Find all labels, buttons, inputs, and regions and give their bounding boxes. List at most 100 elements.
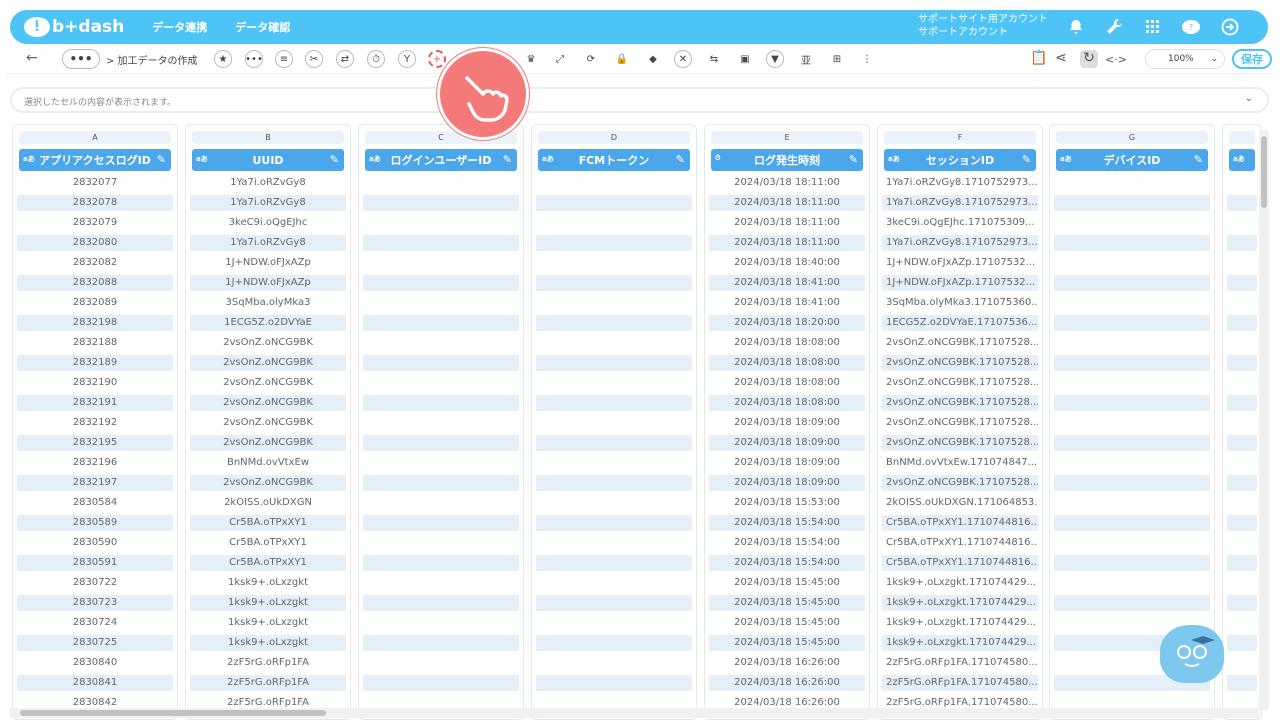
table-cell[interactable]: 2024/03/18 15:45:00: [709, 595, 865, 611]
column-letter[interactable]: G: [1056, 131, 1208, 144]
expand-icon[interactable]: ⤢: [551, 50, 569, 68]
table-cell[interactable]: 2024/03/18 18:41:00: [709, 295, 865, 311]
table-cell[interactable]: [536, 675, 692, 691]
table-cell[interactable]: [1227, 515, 1257, 531]
mascot-assistant-icon[interactable]: [1160, 625, 1224, 683]
table-cell[interactable]: 2832077: [17, 175, 173, 191]
table-cell[interactable]: 2vsOnZ.oNCG9BK.17107528...: [882, 335, 1038, 351]
table-cell[interactable]: [536, 215, 692, 231]
table-cell[interactable]: [536, 635, 692, 651]
horizontal-scrollbar[interactable]: [10, 708, 1259, 718]
table-cell[interactable]: [363, 175, 519, 191]
text-format-icon[interactable]: 亚: [797, 50, 815, 68]
table-cell[interactable]: [1227, 595, 1257, 611]
table-cell[interactable]: [363, 575, 519, 591]
table-cell[interactable]: 2830590: [17, 535, 173, 551]
table-cell[interactable]: 2024/03/18 18:40:00: [709, 255, 865, 271]
table-cell[interactable]: [1227, 455, 1257, 471]
table-cell[interactable]: 2vsOnZ.oNCG9BK: [190, 475, 346, 491]
table-cell[interactable]: [363, 475, 519, 491]
table-cell[interactable]: 2vsOnZ.oNCG9BK: [190, 435, 346, 451]
table-cell[interactable]: 2832078: [17, 195, 173, 211]
table-cell[interactable]: 2vsOnZ.oNCG9BK: [190, 375, 346, 391]
table-cell[interactable]: 2zF5rG.oRFp1FA: [190, 655, 346, 671]
table-cell[interactable]: 2830584: [17, 495, 173, 511]
table-cell[interactable]: [1227, 635, 1257, 651]
table-cell[interactable]: 2024/03/18 16:26:00: [709, 675, 865, 691]
table-cell[interactable]: [1227, 675, 1257, 691]
refresh-file-icon[interactable]: ↻: [1080, 50, 1098, 68]
table-cell[interactable]: [1227, 295, 1257, 311]
table-cell[interactable]: 2024/03/18 15:45:00: [709, 635, 865, 651]
table-cell[interactable]: [536, 275, 692, 291]
table-cell[interactable]: [1054, 495, 1210, 511]
table-cell[interactable]: 1ksk9+.oLxzgkt.171074429...: [882, 575, 1038, 591]
table-cell[interactable]: 1ksk9+.oLxzgkt.171074429...: [882, 615, 1038, 631]
table-cell[interactable]: 1ksk9+.oLxzgkt: [190, 635, 346, 651]
table-cell[interactable]: 1ksk9+.oLxzgkt.171074429...: [882, 595, 1038, 611]
table-cell[interactable]: [1227, 375, 1257, 391]
table-cell[interactable]: 1ksk9+.oLxzgkt: [190, 615, 346, 631]
table-cell[interactable]: [1054, 535, 1210, 551]
table-cell[interactable]: [363, 215, 519, 231]
more-menu-button[interactable]: •••: [62, 49, 100, 69]
table-cell[interactable]: [1227, 335, 1257, 351]
table-cell[interactable]: 2832088: [17, 275, 173, 291]
table-cell[interactable]: [1054, 215, 1210, 231]
table-cell[interactable]: 2830591: [17, 555, 173, 571]
table-cell[interactable]: [536, 555, 692, 571]
table-cell[interactable]: 2832195: [17, 435, 173, 451]
table-cell[interactable]: 2830589: [17, 515, 173, 531]
table-cell[interactable]: [1227, 415, 1257, 431]
table-cell[interactable]: 1ksk9+.oLxzgkt: [190, 575, 346, 591]
table-cell[interactable]: 2024/03/18 18:11:00: [709, 235, 865, 251]
merge-icon[interactable]: Y: [398, 50, 416, 68]
nav-data-integration[interactable]: データ連携: [152, 19, 207, 35]
table-cell[interactable]: [536, 475, 692, 491]
table-cell[interactable]: [1054, 555, 1210, 571]
column-letter[interactable]: E: [711, 131, 863, 144]
crown-icon[interactable]: ♛: [522, 50, 540, 68]
column-header[interactable]: ⏱ ログ発生時刻 ✎: [711, 149, 863, 171]
table-cell[interactable]: 1Ya7i.oRZvGy8: [190, 235, 346, 251]
table-cell[interactable]: 1J+NDW.oFJxAZp.17107532...: [882, 275, 1038, 291]
table-cell[interactable]: [1054, 195, 1210, 211]
edit-pencil-icon[interactable]: ✎: [1022, 153, 1031, 166]
table-cell[interactable]: [363, 335, 519, 351]
lock-icon[interactable]: 🔒: [613, 50, 631, 68]
convert-icon[interactable]: ⇆: [705, 50, 723, 68]
column-header[interactable]: aあ: [1229, 149, 1255, 171]
table-cell[interactable]: 3SqMba.olyMka3.171075360...: [882, 295, 1038, 311]
split-icon[interactable]: ⋮: [858, 50, 876, 68]
table-cell[interactable]: [536, 655, 692, 671]
table-cell[interactable]: 1J+NDW.oFJxAZp.17107532...: [882, 255, 1038, 271]
table-cell[interactable]: 2830725: [17, 635, 173, 651]
table-cell[interactable]: [536, 615, 692, 631]
column-header[interactable]: aあ デバイスID ✎: [1056, 149, 1208, 171]
table-cell[interactable]: [1227, 535, 1257, 551]
table-cell[interactable]: 1Ya7i.oRZvGy8.1710752973...: [882, 195, 1038, 211]
table-cell[interactable]: [363, 535, 519, 551]
table-cell[interactable]: 2024/03/18 18:08:00: [709, 335, 865, 351]
table-cell[interactable]: [1227, 195, 1257, 211]
table-cell[interactable]: [1227, 235, 1257, 251]
dots-icon[interactable]: •••: [245, 50, 263, 68]
table-cell[interactable]: 2vsOnZ.oNCG9BK: [190, 335, 346, 351]
table-cell[interactable]: 2024/03/18 18:08:00: [709, 355, 865, 371]
table-cell[interactable]: [1227, 175, 1257, 191]
table-cell[interactable]: [1054, 595, 1210, 611]
share-icon[interactable]: ⋖: [1055, 50, 1067, 66]
table-cell[interactable]: 1ksk9+.oLxzgkt: [190, 595, 346, 611]
table-cell[interactable]: 1ksk9+.oLxzgkt.171074429...: [882, 635, 1038, 651]
nav-data-check[interactable]: データ確認: [235, 19, 290, 35]
table-cell[interactable]: 1ECG5Z.o2DVYaE: [190, 315, 346, 331]
table-cell[interactable]: 2zF5rG.oRFp1FA.171074580...: [882, 675, 1038, 691]
table-cell[interactable]: 2vsOnZ.oNCG9BK.17107528...: [882, 355, 1038, 371]
column-header[interactable]: aあ セッションID ✎: [884, 149, 1036, 171]
tools-icon[interactable]: ✂: [305, 50, 323, 68]
table-cell[interactable]: 2024/03/18 15:45:00: [709, 575, 865, 591]
table-cell[interactable]: 2832190: [17, 375, 173, 391]
table-cell[interactable]: [536, 255, 692, 271]
table-cell[interactable]: Cr5BA.oTPxXY1.1710744816...: [882, 555, 1038, 571]
table-cell[interactable]: 2vsOnZ.oNCG9BK.17107528...: [882, 475, 1038, 491]
